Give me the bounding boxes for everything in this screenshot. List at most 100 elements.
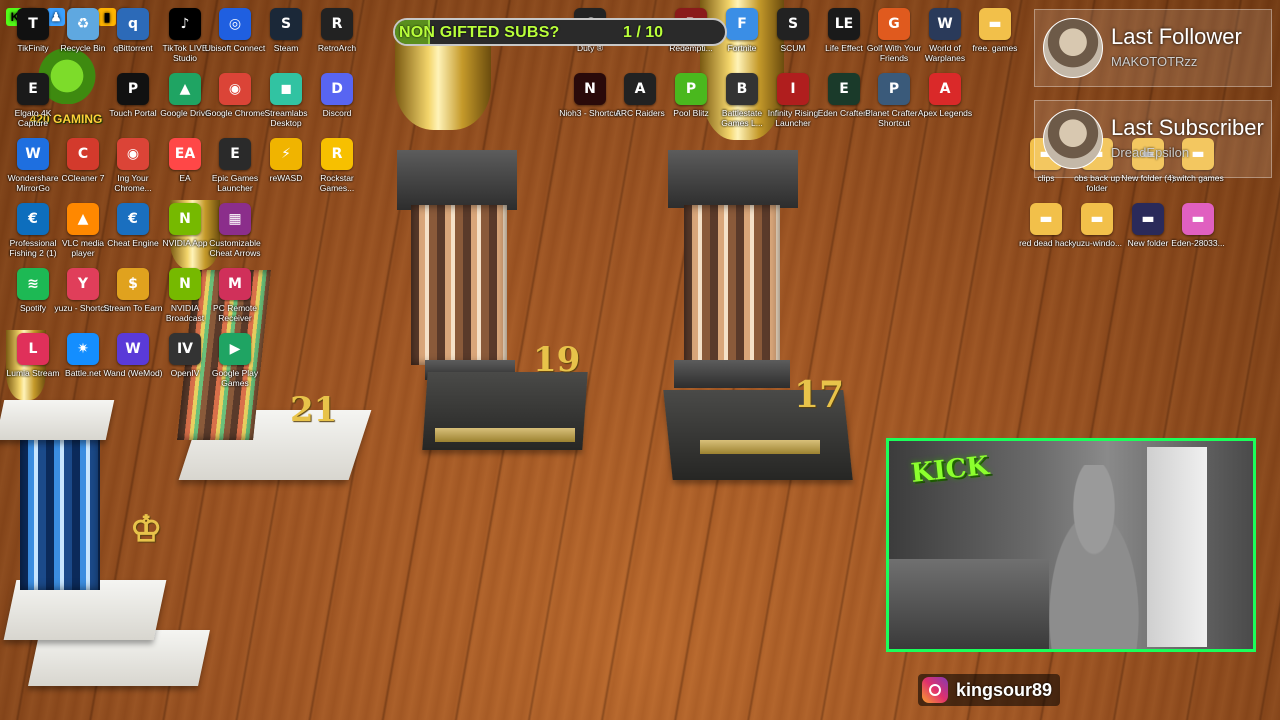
desktop-icon-streamlabs-desktop[interactable]: ◼ Streamlabs Desktop [261,73,311,128]
desktop-icon-tiktok-live-studio[interactable]: ♪ TikTok LIVE Studio [160,8,210,63]
app-icon: ▬ [979,8,1011,40]
desktop-icon-rockstar-games[interactable]: R Rockstar Games... [312,138,362,193]
instagram-handle: kingsour89 [918,674,1061,706]
desktop-icon-eden-28033[interactable]: ▬ Eden-28033... [1171,203,1225,248]
app-icon: ▶ [219,333,251,365]
app-icon: $ [117,268,149,300]
desktop-icon-label: free. games [972,43,1018,53]
app-icon: ▬ [1132,203,1164,235]
desktop-icon-touch-portal[interactable]: P Touch Portal [108,73,158,118]
app-icon: ▲ [169,73,201,105]
app-icon: B [726,73,758,105]
app-icon: R [321,8,353,40]
desktop-icon-qbittorrent[interactable]: q qBittorrent [108,8,158,53]
app-icon: ✷ [67,333,99,365]
desktop-icon-free-games[interactable]: ▬ free. games [970,8,1020,53]
desktop-icon-arc-raiders[interactable]: A ARC Raiders [615,73,665,118]
app-icon: N [169,203,201,235]
desktop-icon-golf-with-your-friends[interactable]: G Golf With Your Friends [867,8,921,63]
desktop-icon-rewasd[interactable]: ⚡ reWASD [261,138,311,183]
last-subscriber-title: Last Subscriber [1111,115,1264,140]
avatar [1043,18,1103,78]
desktop-icon-red-dead-hack[interactable]: ▬ red dead hack [1019,203,1073,248]
app-icon: Y [67,268,99,300]
instagram-username: kingsour89 [956,679,1053,700]
app-icon: IV [169,333,201,365]
app-icon: I [777,73,809,105]
desktop-icon-retroarch[interactable]: R RetroArch [312,8,362,53]
app-icon: M [219,268,251,300]
desktop-icon-planet-crafter-shortcut[interactable]: P Planet Crafter - Shortcut [865,73,923,128]
desktop-icon-ubisoft-connect[interactable]: ◎ Ubisoft Connect [205,8,265,53]
desktop-icon-label: RetroArch [317,43,357,53]
app-icon: E [219,138,251,170]
app-icon: E [17,73,49,105]
desktop-icon-discord[interactable]: D Discord [312,73,362,118]
app-icon: S [777,8,809,40]
app-icon: E [828,73,860,105]
app-icon: G [878,8,910,40]
app-icon: C [67,138,99,170]
app-icon: ▬ [1182,203,1214,235]
app-icon: T [17,8,49,40]
desktop-icon-label: Apex Legends [917,108,973,118]
app-icon: ⚡ [270,138,302,170]
app-icon: € [117,203,149,235]
desktop-icon-customizable-cheat-arrows[interactable]: ▦ Customizable Cheat Arrows [209,203,261,258]
app-icon: ≋ [17,268,49,300]
instagram-icon [922,677,948,703]
desktop-icon-label: PC Remote Receiver [213,303,257,323]
desktop-icon-label: Elgato 4K Capture [14,108,52,128]
desktop-icon-ing-your-chrome[interactable]: ◉ Ing Your Chrome... [108,138,158,193]
desktop-icon-label: Discord [322,108,352,118]
desktop-icon-vlc-media-player[interactable]: ▲ VLC media player [58,203,108,258]
app-icon: R [321,138,353,170]
desktop-icon-pc-remote-receiver[interactable]: M PC Remote Receiver [210,268,260,323]
desktop-icon-epic-games-launcher[interactable]: E Epic Games Launcher [210,138,260,193]
app-icon: S [270,8,302,40]
app-icon: LE [828,8,860,40]
webcam-feed: KICK [886,438,1256,652]
desktop-icon-label: Eden-28033... [1171,238,1225,248]
app-icon: A [624,73,656,105]
app-icon: A [929,73,961,105]
app-icon: P [878,73,910,105]
last-follower-title: Last Follower [1111,24,1242,49]
last-subscriber-panel: Last Subscriber DreadEpsilon [1034,100,1272,178]
app-icon: ▬ [1030,203,1062,235]
app-icon: ◉ [219,73,251,105]
desktop-icon-google-chrome[interactable]: ◉ Google Chrome [205,73,265,118]
desktop-icon-cheat-engine[interactable]: € Cheat Engine [107,203,159,248]
app-icon: ♻ [67,8,99,40]
desktop-icon-google-play-games[interactable]: ▶ Google Play Games [210,333,260,388]
desktop-icon-elgato-4k-capture[interactable]: E Elgato 4K Capture [8,73,58,128]
last-follower-panel: Last Follower MAKOTOTRzz [1034,9,1272,87]
desktop-icon-infinity-rising-launcher[interactable]: I Infinity Rising Launcher [768,73,818,128]
streamer [1029,465,1159,649]
desktop-icon-yuzu-windo[interactable]: ▬ yuzu-windo... [1072,203,1122,248]
desktop-icon-label: Rockstar Games... [319,173,355,193]
app-icon: P [675,73,707,105]
app-icon: ▬ [1081,203,1113,235]
app-icon: ◎ [219,8,251,40]
desktop-icon-world-of-warplanes[interactable]: W World of Warplanes [920,8,970,63]
desktop-icon-scum[interactable]: S SCUM [768,8,818,53]
desktop-icon-wand-wemod[interactable]: W Wand (WeMod) [103,333,163,378]
app-icon: N [169,268,201,300]
last-subscriber-name: DreadEpsilon [1111,145,1190,160]
desktop-icon-apex-legends[interactable]: A Apex Legends [918,73,972,118]
desktop-icon-pool-blitz[interactable]: P Pool Blitz [666,73,716,118]
app-icon: EA [169,138,201,170]
app-icon: ▲ [67,203,99,235]
app-icon: F [726,8,758,40]
desktop-icon-wondershare-mirrorgo[interactable]: W Wondershare MirrorGo [8,138,58,193]
app-icon: W [929,8,961,40]
desktop-icon-battlestate-games-l[interactable]: B Battlestate Games L... [717,73,767,128]
app-icon: q [117,8,149,40]
app-icon: P [117,73,149,105]
app-icon: N [574,73,606,105]
app-icon: W [17,138,49,170]
desktop-icon-steam[interactable]: S Steam [261,8,311,53]
avatar [1043,109,1103,169]
desktop-icon-stream-to-earn[interactable]: $ Stream To Earn [104,268,162,313]
